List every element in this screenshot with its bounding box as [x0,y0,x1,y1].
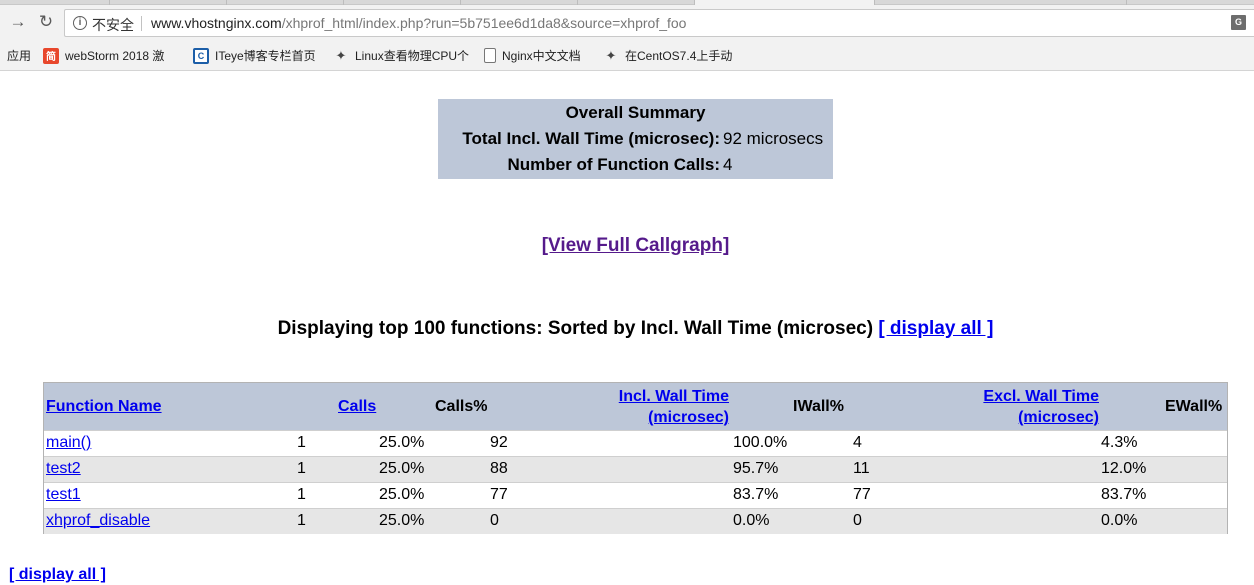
view-full-callgraph-link[interactable]: [View Full Callgraph] [542,235,730,256]
cell-incl: 88 [490,460,508,477]
bookmark-label: Linux查看物理CPU个 [355,49,470,63]
bookmark-label: 应用 [7,49,32,63]
cell-calls: 1 [297,460,306,477]
cell-iwall-pct: 0.0% [733,512,770,529]
function-link[interactable]: xhprof_disable [46,512,150,529]
cell-function: test1 [46,486,81,504]
translate-icon[interactable]: G [1231,15,1246,30]
function-link[interactable]: test1 [46,486,81,503]
summary-label: Total Incl. Wall Time (microsec): [462,129,720,148]
cell-function: xhprof_disable [46,512,150,530]
col-calls-pct: Calls% [435,398,488,415]
iteye-icon: C [193,47,209,64]
summary-title: Overall Summary [565,103,706,122]
url-text[interactable]: www.vhostnginx.com/xhprof_html/index.php… [151,15,686,31]
cell-iwall-pct: 100.0% [733,434,788,451]
col-incl-wall-time[interactable]: Incl. Wall Time (microsec) [584,386,729,428]
reload-icon[interactable]: ↻ [34,10,58,34]
cell-incl: 77 [490,486,508,503]
table-row: test2 1 25.0% 88 95.7% 11 12.0% [44,456,1227,482]
bird-icon: ✦ [605,47,617,63]
bookmark-label: 在CentOS7.4上手动 [625,49,733,63]
bookmark-centos[interactable]: ✦ 在CentOS7.4上手动 [603,47,733,64]
cell-function: test2 [46,460,81,478]
cell-iwall-pct: 95.7% [733,460,779,477]
cell-function: main() [46,434,91,452]
cell-calls-pct: 25.0% [379,434,425,451]
cell-excl: 11 [853,460,870,477]
functions-heading: Displaying top 100 functions: Sorted by … [0,318,1254,340]
col-excl-wall-time[interactable]: Excl. Wall Time (microsec) [944,386,1099,428]
forward-arrow-icon[interactable]: → [6,10,30,34]
bookmark-iteye[interactable]: C ITeye博客专栏首页 [193,47,316,64]
overall-summary-box: Overall Summary Total Incl. Wall Time (m… [438,99,833,179]
bookmark-label: webStorm 2018 激 [65,49,165,63]
function-link[interactable]: main() [46,434,91,451]
cell-iwall-pct: 83.7% [733,486,779,503]
display-all-link[interactable]: [ display all ] [878,318,993,339]
sort-excl-wall-time-link[interactable]: Excl. Wall Time (microsec) [983,388,1099,426]
sort-calls-link[interactable]: Calls [338,398,376,415]
bookmark-linux-cpu[interactable]: ✦ Linux查看物理CPU个 [333,47,469,64]
url-path: /xhprof_html/index.php?run=5b751ee6d1da8… [281,15,687,31]
col-ewall-pct: EWall% [1165,398,1223,415]
cell-calls-pct: 25.0% [379,512,425,529]
summary-row: Total Incl. Wall Time (microsec): 92 mic… [438,129,833,149]
sort-function-name-link[interactable]: Function Name [46,398,162,415]
header-line: Excl. Wall Time [983,388,1099,405]
function-link[interactable]: test2 [46,460,81,477]
doc-icon [484,48,496,63]
callgraph-section: [View Full Callgraph] [0,235,1254,257]
table-header: Function Name Calls Calls% Incl. Wall Ti… [44,383,1227,430]
address-divider [141,16,142,31]
jian-icon: 简 [43,47,59,64]
table-row: xhprof_disable 1 25.0% 0 0.0% 0 0.0% [44,508,1227,534]
cell-excl: 77 [853,486,871,503]
bookmark-apps[interactable]: 应用 [7,47,31,64]
cell-calls: 1 [297,512,306,529]
summary-row: Number of Function Calls: 4 [438,155,833,175]
cell-ewall-pct: 4.3% [1101,434,1138,451]
cell-ewall-pct: 0.0% [1101,512,1138,529]
header-line: Incl. Wall Time [618,388,729,405]
bookmark-nginx-docs[interactable]: Nginx中文文档 [484,47,581,64]
cell-calls-pct: 25.0% [379,460,425,477]
cell-incl: 0 [490,512,499,529]
cell-excl: 0 [853,512,862,529]
col-function-name[interactable]: Function Name [46,396,162,417]
col-iwall-pct: IWall% [793,398,844,415]
cell-excl: 4 [853,434,862,451]
header-line: (microsec) [648,409,729,426]
security-label[interactable]: 不安全 [92,15,134,35]
cell-ewall-pct: 83.7% [1101,486,1147,503]
info-icon[interactable]: i [73,16,87,30]
cell-incl: 92 [490,434,508,451]
table-row: test1 1 25.0% 77 83.7% 77 83.7% [44,482,1227,508]
bookmark-label: ITeye博客专栏首页 [215,49,316,63]
cell-calls: 1 [297,486,306,503]
bookmarks-bar: 应用 简 webStorm 2018 激 C ITeye博客专栏首页 ✦ Lin… [0,40,1254,71]
bookmark-label: Nginx中文文档 [502,49,581,63]
col-calls[interactable]: Calls [338,396,376,417]
url-host: www.vhostnginx.com [151,15,282,31]
sort-incl-wall-time-link[interactable]: Incl. Wall Time (microsec) [619,388,729,426]
functions-table: Function Name Calls Calls% Incl. Wall Ti… [43,382,1228,534]
browser-toolbar: → ↻ i 不安全 www.vhostnginx.com/xhprof_html… [0,5,1254,40]
cell-calls: 1 [297,434,306,451]
address-bar[interactable]: i 不安全 www.vhostnginx.com/xhprof_html/ind… [64,9,1254,37]
heading-text: Displaying top 100 functions: Sorted by … [277,318,879,339]
bird-icon: ✦ [335,47,347,63]
bookmark-webstorm[interactable]: 简 webStorm 2018 激 [43,47,164,64]
table-row: main() 1 25.0% 92 100.0% 4 4.3% [44,430,1227,456]
header-line: (microsec) [1018,409,1099,426]
summary-label: Number of Function Calls: [507,155,721,174]
summary-value: 4 [723,155,733,174]
cell-ewall-pct: 12.0% [1101,460,1147,477]
bottom-display-all: [ display all ] [9,566,106,584]
summary-value: 92 microsecs [723,129,824,148]
cell-calls-pct: 25.0% [379,486,425,503]
display-all-bottom-link[interactable]: [ display all ] [9,566,106,583]
